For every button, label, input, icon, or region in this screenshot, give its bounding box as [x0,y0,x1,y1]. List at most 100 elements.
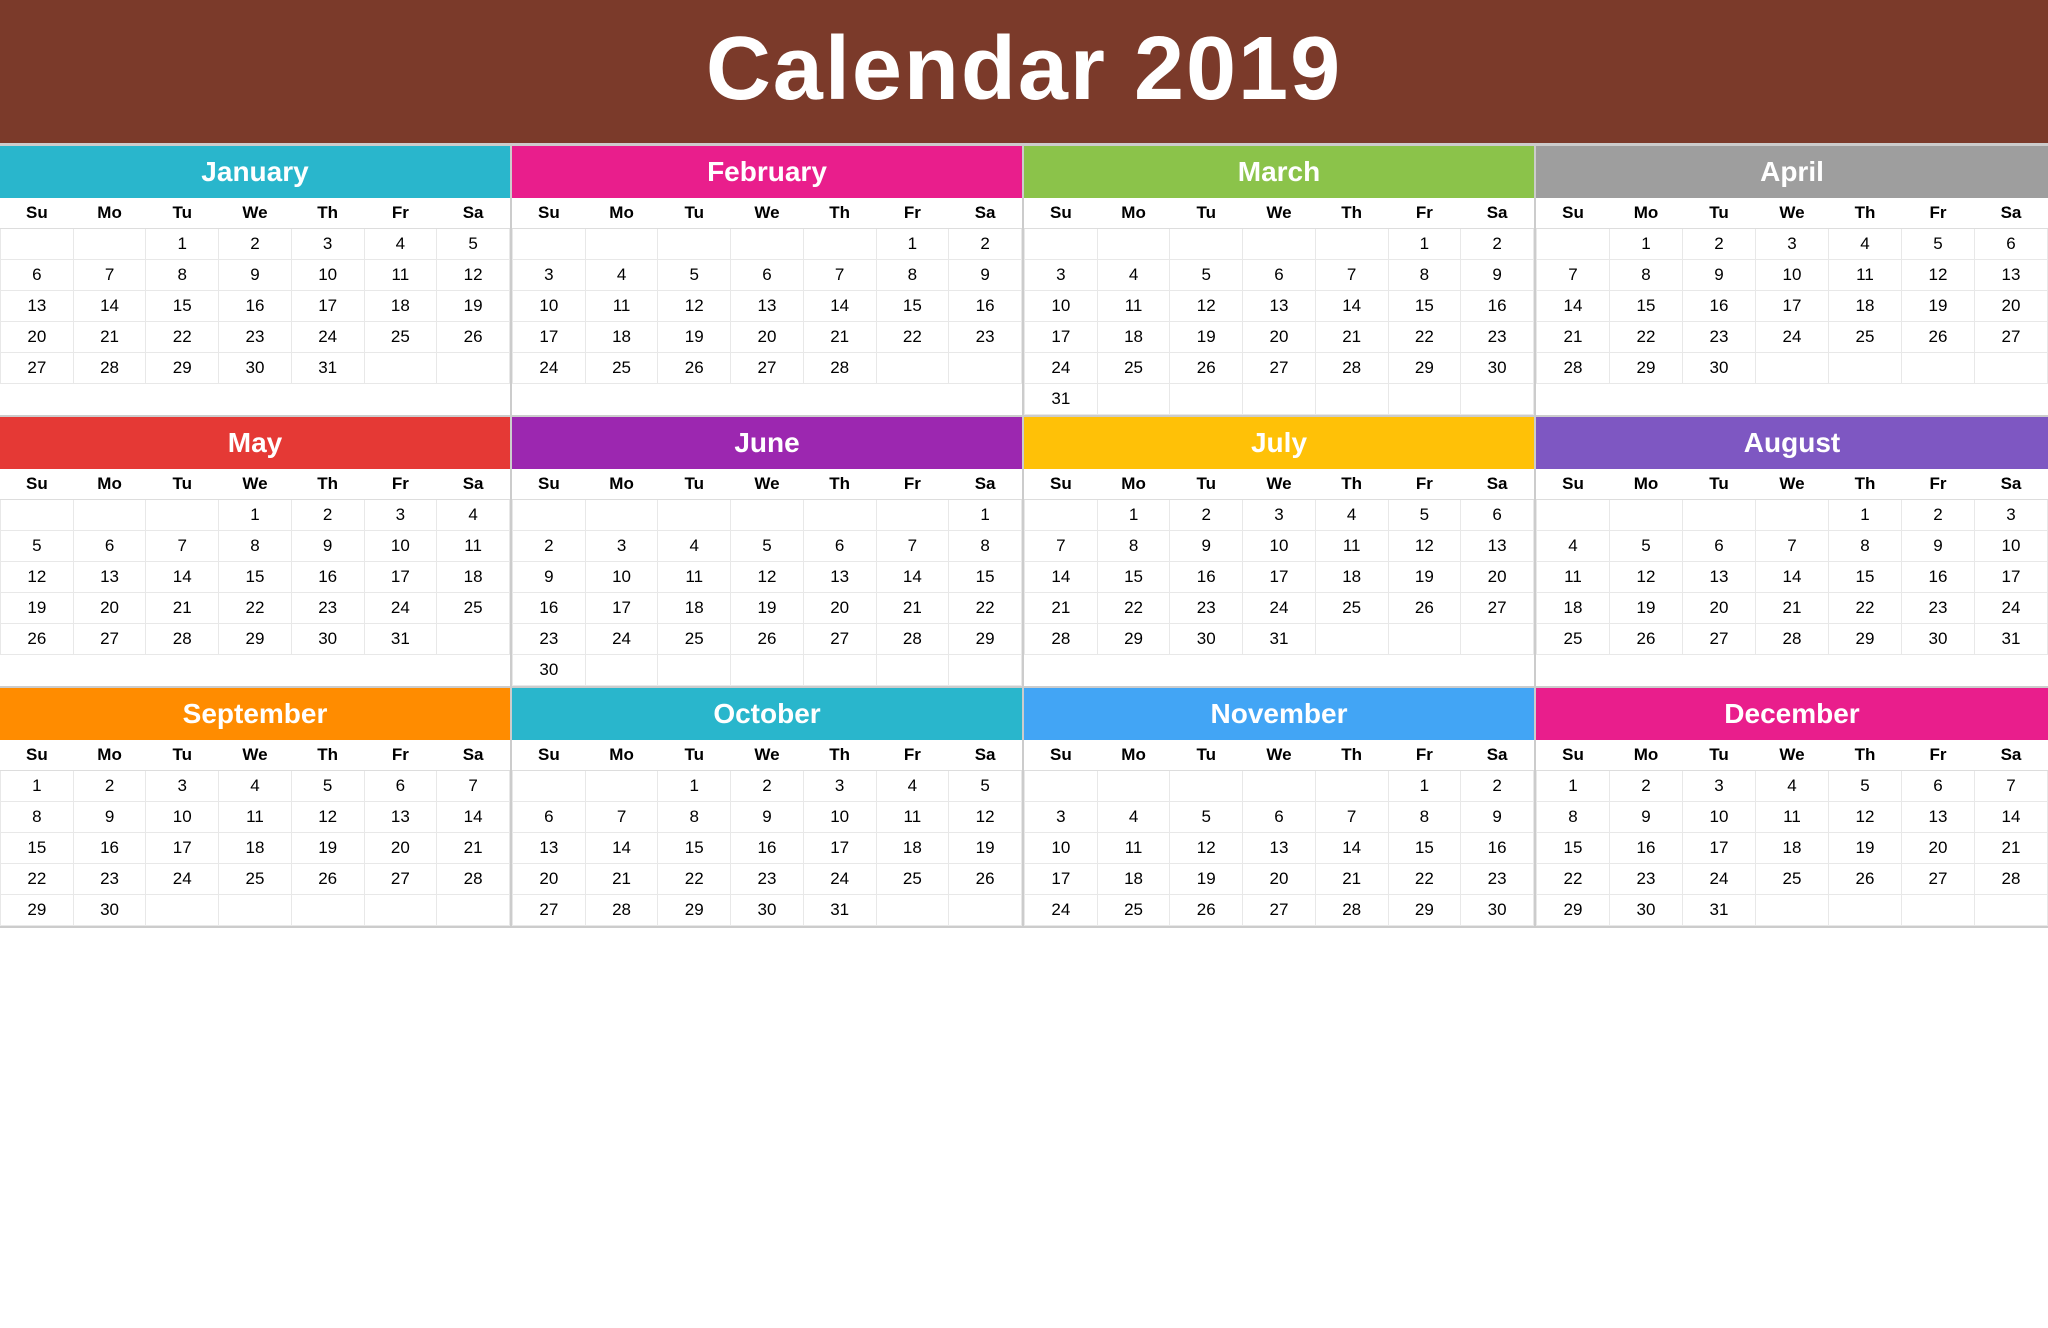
calendar-day [1170,771,1243,802]
calendar-day [1537,229,1610,260]
table-row: 17181920212223 [513,322,1022,353]
calendar-day: 7 [585,802,658,833]
calendar-day: 9 [1461,802,1534,833]
calendar-day: 5 [949,771,1022,802]
month-header-august: August [1536,417,2048,469]
calendar-day: 15 [1537,833,1610,864]
calendar-day: 3 [291,229,364,260]
calendar-day: 12 [731,562,804,593]
weekday-header-Su: Su [1025,740,1098,771]
calendar-day [1315,771,1388,802]
calendar-day: 24 [1025,895,1098,926]
table-row: 2345678 [513,531,1022,562]
weekday-header-We: We [731,740,804,771]
weekday-header-Sa: Sa [437,740,510,771]
calendar-day: 29 [146,353,219,384]
calendar-day: 18 [1829,291,1902,322]
calendar-day: 2 [219,229,292,260]
calendar-day: 6 [803,531,876,562]
calendar-day: 21 [803,322,876,353]
calendar-day [1829,895,1902,926]
calendar-day: 18 [364,291,437,322]
calendar-day: 23 [73,864,146,895]
calendar-day [73,229,146,260]
weekday-header-Su: Su [1537,469,1610,500]
calendar-day [585,655,658,686]
calendar-day: 1 [1,771,74,802]
month-table-march: SuMoTuWeThFrSa12345678910111213141516171… [1024,198,1534,415]
calendar-day: 21 [1025,593,1098,624]
calendar-day: 19 [1,593,74,624]
calendar-day: 8 [1,802,74,833]
calendar-day: 30 [513,655,586,686]
calendar-day: 27 [1683,624,1756,655]
calendar-day: 25 [219,864,292,895]
weekday-header-Tu: Tu [146,740,219,771]
weekday-header-Mo: Mo [585,198,658,229]
calendar-day: 3 [1756,229,1829,260]
weekday-header-We: We [1243,740,1316,771]
calendar-day: 28 [585,895,658,926]
calendar-day: 29 [1829,624,1902,655]
table-row: 14151617181920 [1537,291,2048,322]
table-row: 6789101112 [513,802,1022,833]
month-header-march: March [1024,146,1534,198]
month-april: AprilSuMoTuWeThFrSa123456789101112131415… [1536,146,2048,417]
table-row: 12 [1025,771,1534,802]
calendar-day: 9 [1902,531,1975,562]
calendar-day: 14 [73,291,146,322]
calendar-day [1243,771,1316,802]
calendar-day: 2 [513,531,586,562]
calendar-day [731,500,804,531]
calendar-day: 8 [1829,531,1902,562]
table-row: 22232425262728 [1537,864,2048,895]
calendar-day: 10 [1683,802,1756,833]
table-row: 2728293031 [1,353,510,384]
calendar-day [437,895,510,926]
calendar-day: 24 [513,353,586,384]
calendar-day: 3 [1243,500,1316,531]
calendar-day: 16 [1902,562,1975,593]
calendar-day: 3 [1025,802,1098,833]
table-row: 28293031 [1025,624,1534,655]
calendar-day: 9 [1610,802,1683,833]
calendar-day: 31 [1243,624,1316,655]
calendar-day [731,655,804,686]
calendar-day: 28 [73,353,146,384]
calendar-day [1683,500,1756,531]
calendar-day: 6 [364,771,437,802]
calendar-day: 3 [1025,260,1098,291]
calendar-day: 4 [585,260,658,291]
calendar-day: 9 [1683,260,1756,291]
table-row: 13141516171819 [1,291,510,322]
calendar-day: 2 [1461,771,1534,802]
calendar-day: 31 [803,895,876,926]
calendar-day: 22 [219,593,292,624]
calendar-day [364,895,437,926]
calendar-day [731,229,804,260]
month-table-september: SuMoTuWeThFrSa12345678910111213141516171… [0,740,510,926]
table-row: 123 [1537,500,2048,531]
calendar-day: 31 [1025,384,1098,415]
weekday-header-Fr: Fr [1902,740,1975,771]
calendar-day [876,895,949,926]
calendar-day [1097,229,1170,260]
calendar-day: 18 [1537,593,1610,624]
weekday-header-Su: Su [1,198,74,229]
calendar-day: 26 [1170,353,1243,384]
page-wrapper: Calendar 2019 JanuarySuMoTuWeThFrSa12345… [0,0,2048,928]
calendar-day: 18 [219,833,292,864]
calendar-day [1537,500,1610,531]
calendar-day: 7 [1315,260,1388,291]
calendar-day: 9 [1170,531,1243,562]
weekday-header-Sa: Sa [949,740,1022,771]
table-row: 78910111213 [1537,260,2048,291]
table-row: 891011121314 [1,802,510,833]
month-august: AugustSuMoTuWeThFrSa12345678910111213141… [1536,417,2048,688]
calendar-day: 11 [585,291,658,322]
calendar-day: 6 [1902,771,1975,802]
table-row: 10111213141516 [1025,833,1534,864]
calendar-day: 18 [1097,864,1170,895]
calendar-day: 10 [513,291,586,322]
calendar-day: 12 [658,291,731,322]
